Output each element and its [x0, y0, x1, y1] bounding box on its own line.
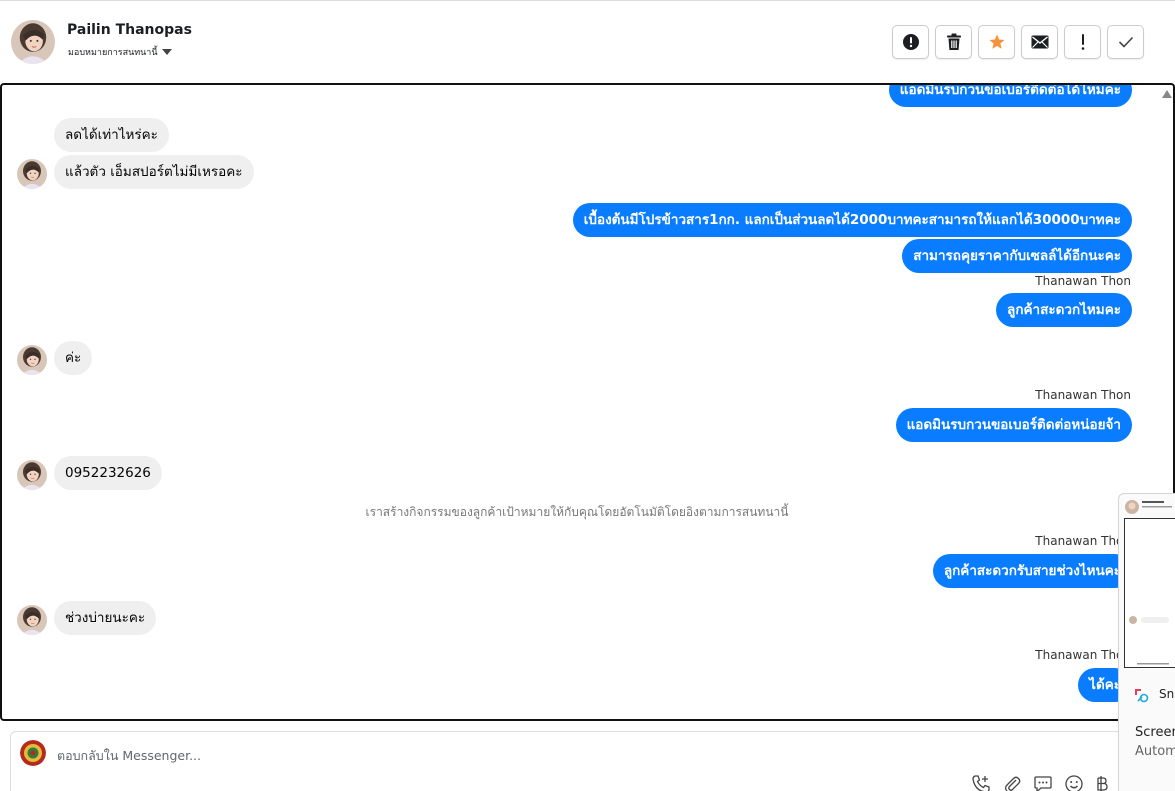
mark-spam-button[interactable]	[892, 25, 929, 59]
envelope-icon	[1031, 35, 1048, 49]
composer-toolbar	[971, 774, 1109, 791]
screenshot-title: Screen	[1135, 725, 1175, 740]
assign-conversation-dropdown[interactable]: มอบหมายการสนทนานี้	[68, 45, 172, 59]
system-activity-note: เราสร้างกิจกรรมของลูกค้าเป้าหมายให้กับคุ…	[365, 505, 789, 519]
star-button[interactable]	[978, 25, 1015, 59]
exclamation-icon	[1081, 34, 1084, 50]
message-bubble-outgoing[interactable]: เบื้องต้นมีโปรข้าวสาร1กก. แลกเป็นส่วนลดไ…	[572, 203, 1132, 237]
contact-avatar-small	[17, 605, 47, 635]
reply-input[interactable]: ตอบกลับใน Messenger...	[57, 746, 201, 766]
message-bubble-outgoing[interactable]: สามารถคุยราคากับเซลล์ได้อีกนะคะ	[902, 239, 1132, 273]
thumbnail-content-icon	[1129, 616, 1169, 624]
sender-name: Thanawan Thon	[1035, 648, 1131, 662]
contact-avatar-small	[17, 460, 47, 490]
message-bubble-incoming[interactable]: แล้วตัว เอ็มสปอร์ตไม่มีเหรอคะ	[54, 155, 254, 189]
message-bubble-outgoing[interactable]: แอดมินรบกวนขอเบอร์ติดต่อได้ไหมคะ	[888, 85, 1132, 107]
sender-name: Thanawan Thon	[1035, 388, 1131, 402]
message-bubble-outgoing[interactable]: ลูกค้าสะดวกรับสายช่วงไหนคะ	[932, 554, 1132, 588]
trash-icon	[946, 33, 961, 50]
snipping-tool-logo-icon	[1135, 689, 1149, 703]
snipping-tool-popup[interactable]: Sni Screen Autom	[1118, 493, 1175, 791]
scroll-up-arrow-icon[interactable]	[1162, 90, 1172, 98]
thumbnail-note-icon	[1137, 663, 1169, 665]
phone-plus-icon[interactable]	[971, 774, 991, 791]
conversation-toolbar	[892, 25, 1144, 59]
paperclip-icon[interactable]	[1002, 774, 1022, 791]
delete-button[interactable]	[935, 25, 972, 59]
contact-name[interactable]: Pailin Thanopas	[67, 22, 192, 38]
mark-done-button[interactable]	[1107, 25, 1144, 59]
message-bubble-outgoing[interactable]: แอดมินรบกวนขอเบอร์ติดต่อหน่อยจ้า	[895, 408, 1132, 442]
caret-down-icon	[161, 49, 172, 55]
screenshot-thumbnail[interactable]	[1124, 518, 1175, 668]
conversation-header: Pailin Thanopas มอบหมายการสนทนานี้	[0, 1, 1175, 83]
check-icon	[1118, 36, 1133, 48]
assign-label: มอบหมายการสนทนานี้	[68, 48, 158, 58]
alert-circle-icon	[902, 34, 919, 50]
saved-reply-icon[interactable]	[1033, 774, 1053, 791]
baht-icon[interactable]	[1095, 774, 1109, 791]
popup-avatar-icon	[1125, 500, 1139, 514]
message-bubble-incoming[interactable]: 0952232626	[54, 456, 162, 490]
message-bubble-incoming[interactable]: ค่ะ	[54, 341, 93, 375]
message-bubble-outgoing[interactable]: ลูกค้าสะดวกไหมคะ	[996, 293, 1132, 327]
sender-name: Thanawan Thon	[1035, 534, 1131, 548]
page-avatar	[20, 740, 46, 766]
messenger-inbox: Pailin Thanopas มอบหมายการสนทนานี้ แอดมิ…	[0, 0, 1175, 791]
star-icon	[989, 34, 1004, 49]
sender-name: Thanawan Thon	[1035, 274, 1131, 288]
reply-composer[interactable]: ตอบกลับใน Messenger...	[10, 731, 1150, 791]
contact-avatar[interactable]	[11, 20, 55, 64]
contact-avatar-small	[17, 345, 47, 375]
message-thread[interactable]: แอดมินรบกวนขอเบอร์ติดต่อได้ไหมคะ ลดได้เท…	[0, 83, 1175, 721]
message-bubble-incoming[interactable]: ลดได้เท่าไหร่คะ	[54, 118, 169, 152]
emoji-icon[interactable]	[1064, 774, 1084, 791]
message-bubble-incoming[interactable]: ช่วงบ่ายนะคะ	[54, 601, 157, 635]
mark-unread-button[interactable]	[1021, 25, 1058, 59]
contact-avatar-small	[17, 159, 47, 189]
follow-up-button[interactable]	[1064, 25, 1101, 59]
popup-header-thumbnail-icon	[1142, 501, 1172, 508]
snipping-tool-label: Sni	[1159, 687, 1175, 701]
screenshot-subtitle: Autom	[1135, 744, 1175, 759]
